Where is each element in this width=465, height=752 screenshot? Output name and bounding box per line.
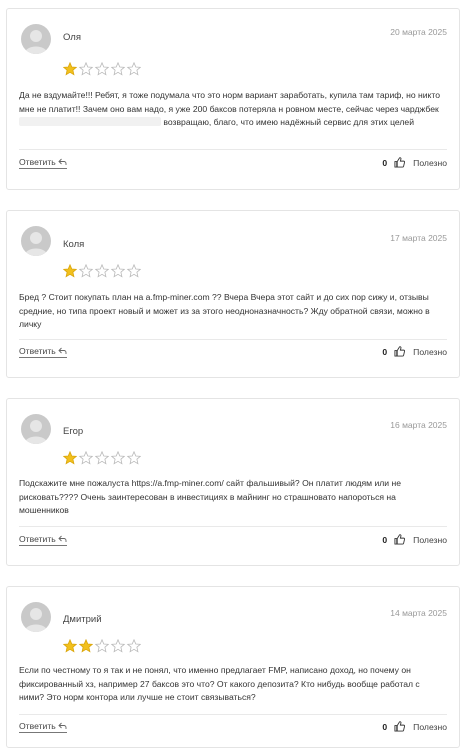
vote-block: 0 Полезно [382,157,447,168]
user-silhouette-icon [24,420,48,444]
avatar [21,414,51,444]
avatar [21,226,51,256]
thumbs-up-icon[interactable] [394,534,406,545]
review-text: Подскажите мне пожалуста https://a.fmp-m… [19,478,401,515]
useful-button[interactable]: Полезно [413,158,447,168]
review-author: Егор [63,426,84,437]
like-count: 0 [382,346,388,357]
avatar [21,602,51,632]
thumbs-up-icon[interactable] [394,721,406,732]
rating-stars [63,62,141,76]
star-icon [63,62,77,76]
vote-block: 0 Полезно [382,721,447,732]
reply-arrow-icon [58,722,67,729]
avatar [21,24,51,54]
star-icon [95,451,109,465]
review-text-part: Да не вздумайте!!! Ребят, я тоже подумал… [19,90,441,114]
star-icon [111,451,125,465]
review-card: Оля 20 марта 2025 Да не вздумайте!!! Реб… [6,8,460,190]
star-icon [63,264,77,278]
review-date: 17 марта 2025 [390,233,447,243]
review-card: Егор 16 марта 2025 Подскажите мне пожалу… [6,398,460,566]
review-date: 16 марта 2025 [390,420,447,430]
reply-arrow-icon [58,347,67,354]
star-icon [63,451,77,465]
like-count: 0 [382,534,388,545]
review-text-part: возвращаю, благо, что имею надёжный серв… [163,117,414,127]
useful-button[interactable]: Полезно [413,535,447,545]
like-count: 0 [382,157,388,168]
star-icon [111,62,125,76]
review-author: Коля [63,239,85,250]
reply-button[interactable]: Ответить [19,721,67,733]
star-icon [111,264,125,278]
star-icon [127,639,141,653]
user-silhouette-icon [24,232,48,256]
review-text: Бред ? Стоит покупать план на a.fmp-mine… [19,292,430,329]
star-icon [111,639,125,653]
reply-arrow-icon [58,535,67,542]
star-icon [95,264,109,278]
reply-arrow-icon [58,158,67,165]
review-author: Оля [63,32,81,43]
vote-block: 0 Полезно [382,534,447,545]
thumbs-up-icon[interactable] [394,157,406,168]
rating-stars [63,264,141,278]
rating-stars [63,639,141,653]
user-silhouette-icon [24,608,48,632]
reply-button[interactable]: Ответить [19,346,67,358]
star-icon [79,264,93,278]
review-date: 14 марта 2025 [390,608,447,618]
useful-button[interactable]: Полезно [413,347,447,357]
reply-label: Ответить [19,346,56,356]
user-silhouette-icon [24,30,48,54]
review-author: Дмитрий [63,614,102,625]
redacted-text [19,117,161,126]
star-icon [127,264,141,278]
rating-stars [63,451,141,465]
review-text: Если по честному то я так и не понял, чт… [19,665,420,702]
review-text: Да не вздумайте!!! Ребят, я тоже подумал… [19,89,447,130]
reply-button[interactable]: Ответить [19,157,67,169]
reply-label: Ответить [19,534,56,544]
reply-label: Ответить [19,157,56,167]
star-icon [79,639,93,653]
useful-button[interactable]: Полезно [413,722,447,732]
reply-label: Ответить [19,721,56,731]
star-icon [127,62,141,76]
star-icon [95,62,109,76]
review-date: 20 марта 2025 [390,27,447,37]
star-icon [63,639,77,653]
divider [19,526,447,527]
review-card: Коля 17 марта 2025 Бред ? Стоит покупать… [6,210,460,378]
review-card: Дмитрий 14 марта 2025 Если по честному т… [6,586,460,748]
vote-block: 0 Полезно [382,346,447,357]
star-icon [79,62,93,76]
divider [19,339,447,340]
thumbs-up-icon[interactable] [394,346,406,357]
divider [19,149,447,150]
divider [19,714,447,715]
reply-button[interactable]: Ответить [19,534,67,546]
star-icon [127,451,141,465]
like-count: 0 [382,721,388,732]
star-icon [95,639,109,653]
star-icon [79,451,93,465]
